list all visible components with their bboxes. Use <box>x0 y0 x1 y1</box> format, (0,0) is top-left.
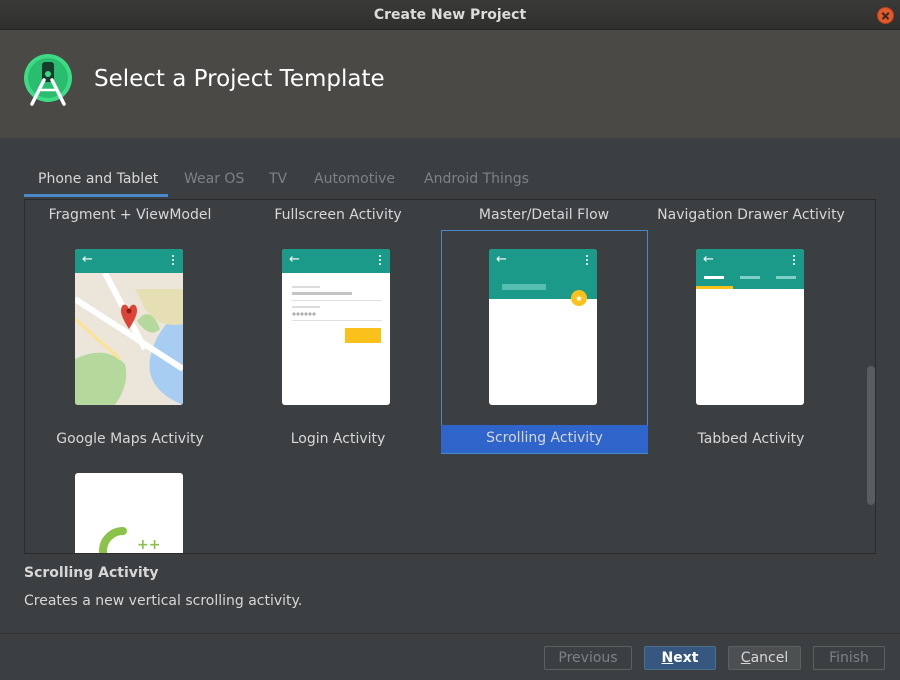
tab-tv[interactable]: TV <box>269 171 287 187</box>
tab-automotive[interactable]: Automotive <box>314 171 395 187</box>
preview-app-bar: ← <box>696 249 804 273</box>
preview-app-bar: ← <box>282 249 390 273</box>
fab-star-icon: ★ <box>571 290 587 306</box>
preview-tab-2 <box>740 276 760 279</box>
template-label-tabbed-activity[interactable]: Tabbed Activity <box>645 431 857 447</box>
next-button-label: Next <box>661 650 699 666</box>
active-tab-indicator <box>24 194 168 197</box>
overflow-menu-icon <box>793 255 796 266</box>
selected-template-description: Creates a new vertical scrolling activit… <box>24 593 303 609</box>
back-arrow-icon: ← <box>82 252 93 267</box>
title-bar: Create New Project <box>0 0 900 30</box>
template-label-scrolling-activity[interactable]: Scrolling Activity <box>441 430 648 446</box>
overflow-menu-icon <box>586 255 589 266</box>
tab-phone-and-tablet[interactable]: Phone and Tablet <box>38 171 158 187</box>
selected-template-title: Scrolling Activity <box>24 565 159 581</box>
template-label-login-activity[interactable]: Login Activity <box>233 431 443 447</box>
template-label-navigation-drawer-activity[interactable]: Navigation Drawer Activity <box>645 207 857 223</box>
template-card-native-cpp[interactable]: ++ <box>75 473 183 553</box>
preview-tab-1 <box>704 276 724 279</box>
close-window-button[interactable] <box>877 7 894 24</box>
template-card-google-maps[interactable]: ← <box>75 249 183 405</box>
dialog-header: Select a Project Template <box>0 30 900 138</box>
back-arrow-icon: ← <box>496 252 507 267</box>
cancel-button-label: Cancel <box>740 650 789 666</box>
template-label-master-detail-flow[interactable]: Master/Detail Flow <box>439 207 649 223</box>
dialog-footer: Previous Next Cancel Finish <box>0 633 900 680</box>
previous-button[interactable]: Previous <box>544 646 632 670</box>
back-arrow-icon: ← <box>289 252 300 267</box>
overflow-menu-icon <box>379 255 382 266</box>
cpp-plus-text: ++ <box>137 537 161 553</box>
template-card-scrolling[interactable]: ← ★ <box>489 249 597 405</box>
template-gallery: Fragment + ViewModel Fullscreen Activity… <box>24 199 876 554</box>
overflow-menu-icon <box>172 255 175 266</box>
page-heading: Select a Project Template <box>94 66 385 92</box>
gallery-scrollbar-thumb[interactable] <box>867 366 875 505</box>
finish-button[interactable]: Finish <box>813 646 885 670</box>
collapsing-title-bar <box>502 284 546 290</box>
next-button[interactable]: Next <box>644 646 716 670</box>
template-card-tabbed[interactable]: ← <box>696 249 804 405</box>
android-studio-logo-icon <box>24 54 72 106</box>
template-label-fullscreen-activity[interactable]: Fullscreen Activity <box>233 207 443 223</box>
template-label-fragment-viewmodel[interactable]: Fragment + ViewModel <box>25 207 235 223</box>
preview-tab-indicator <box>696 286 733 289</box>
svg-text:★: ★ <box>575 295 583 305</box>
cancel-button[interactable]: Cancel <box>728 646 801 670</box>
template-label-google-maps-activity[interactable]: Google Maps Activity <box>25 431 235 447</box>
preview-tab-3 <box>776 276 796 279</box>
create-project-dialog: Create New Project Select a Project Temp… <box>0 0 900 680</box>
preview-app-bar: ← <box>489 249 597 273</box>
window-title: Create New Project <box>373 7 527 23</box>
preview-app-bar: ← <box>75 249 183 273</box>
finish-button-label: Finish <box>829 650 869 666</box>
tab-wear-os[interactable]: Wear OS <box>184 171 244 187</box>
previous-button-label: Previous <box>558 650 618 666</box>
back-arrow-icon: ← <box>703 252 714 267</box>
cpp-logo-icon <box>99 527 127 553</box>
template-card-login[interactable]: ← <box>282 249 390 405</box>
tab-android-things[interactable]: Android Things <box>424 171 529 187</box>
login-form-preview-icon <box>292 286 382 343</box>
